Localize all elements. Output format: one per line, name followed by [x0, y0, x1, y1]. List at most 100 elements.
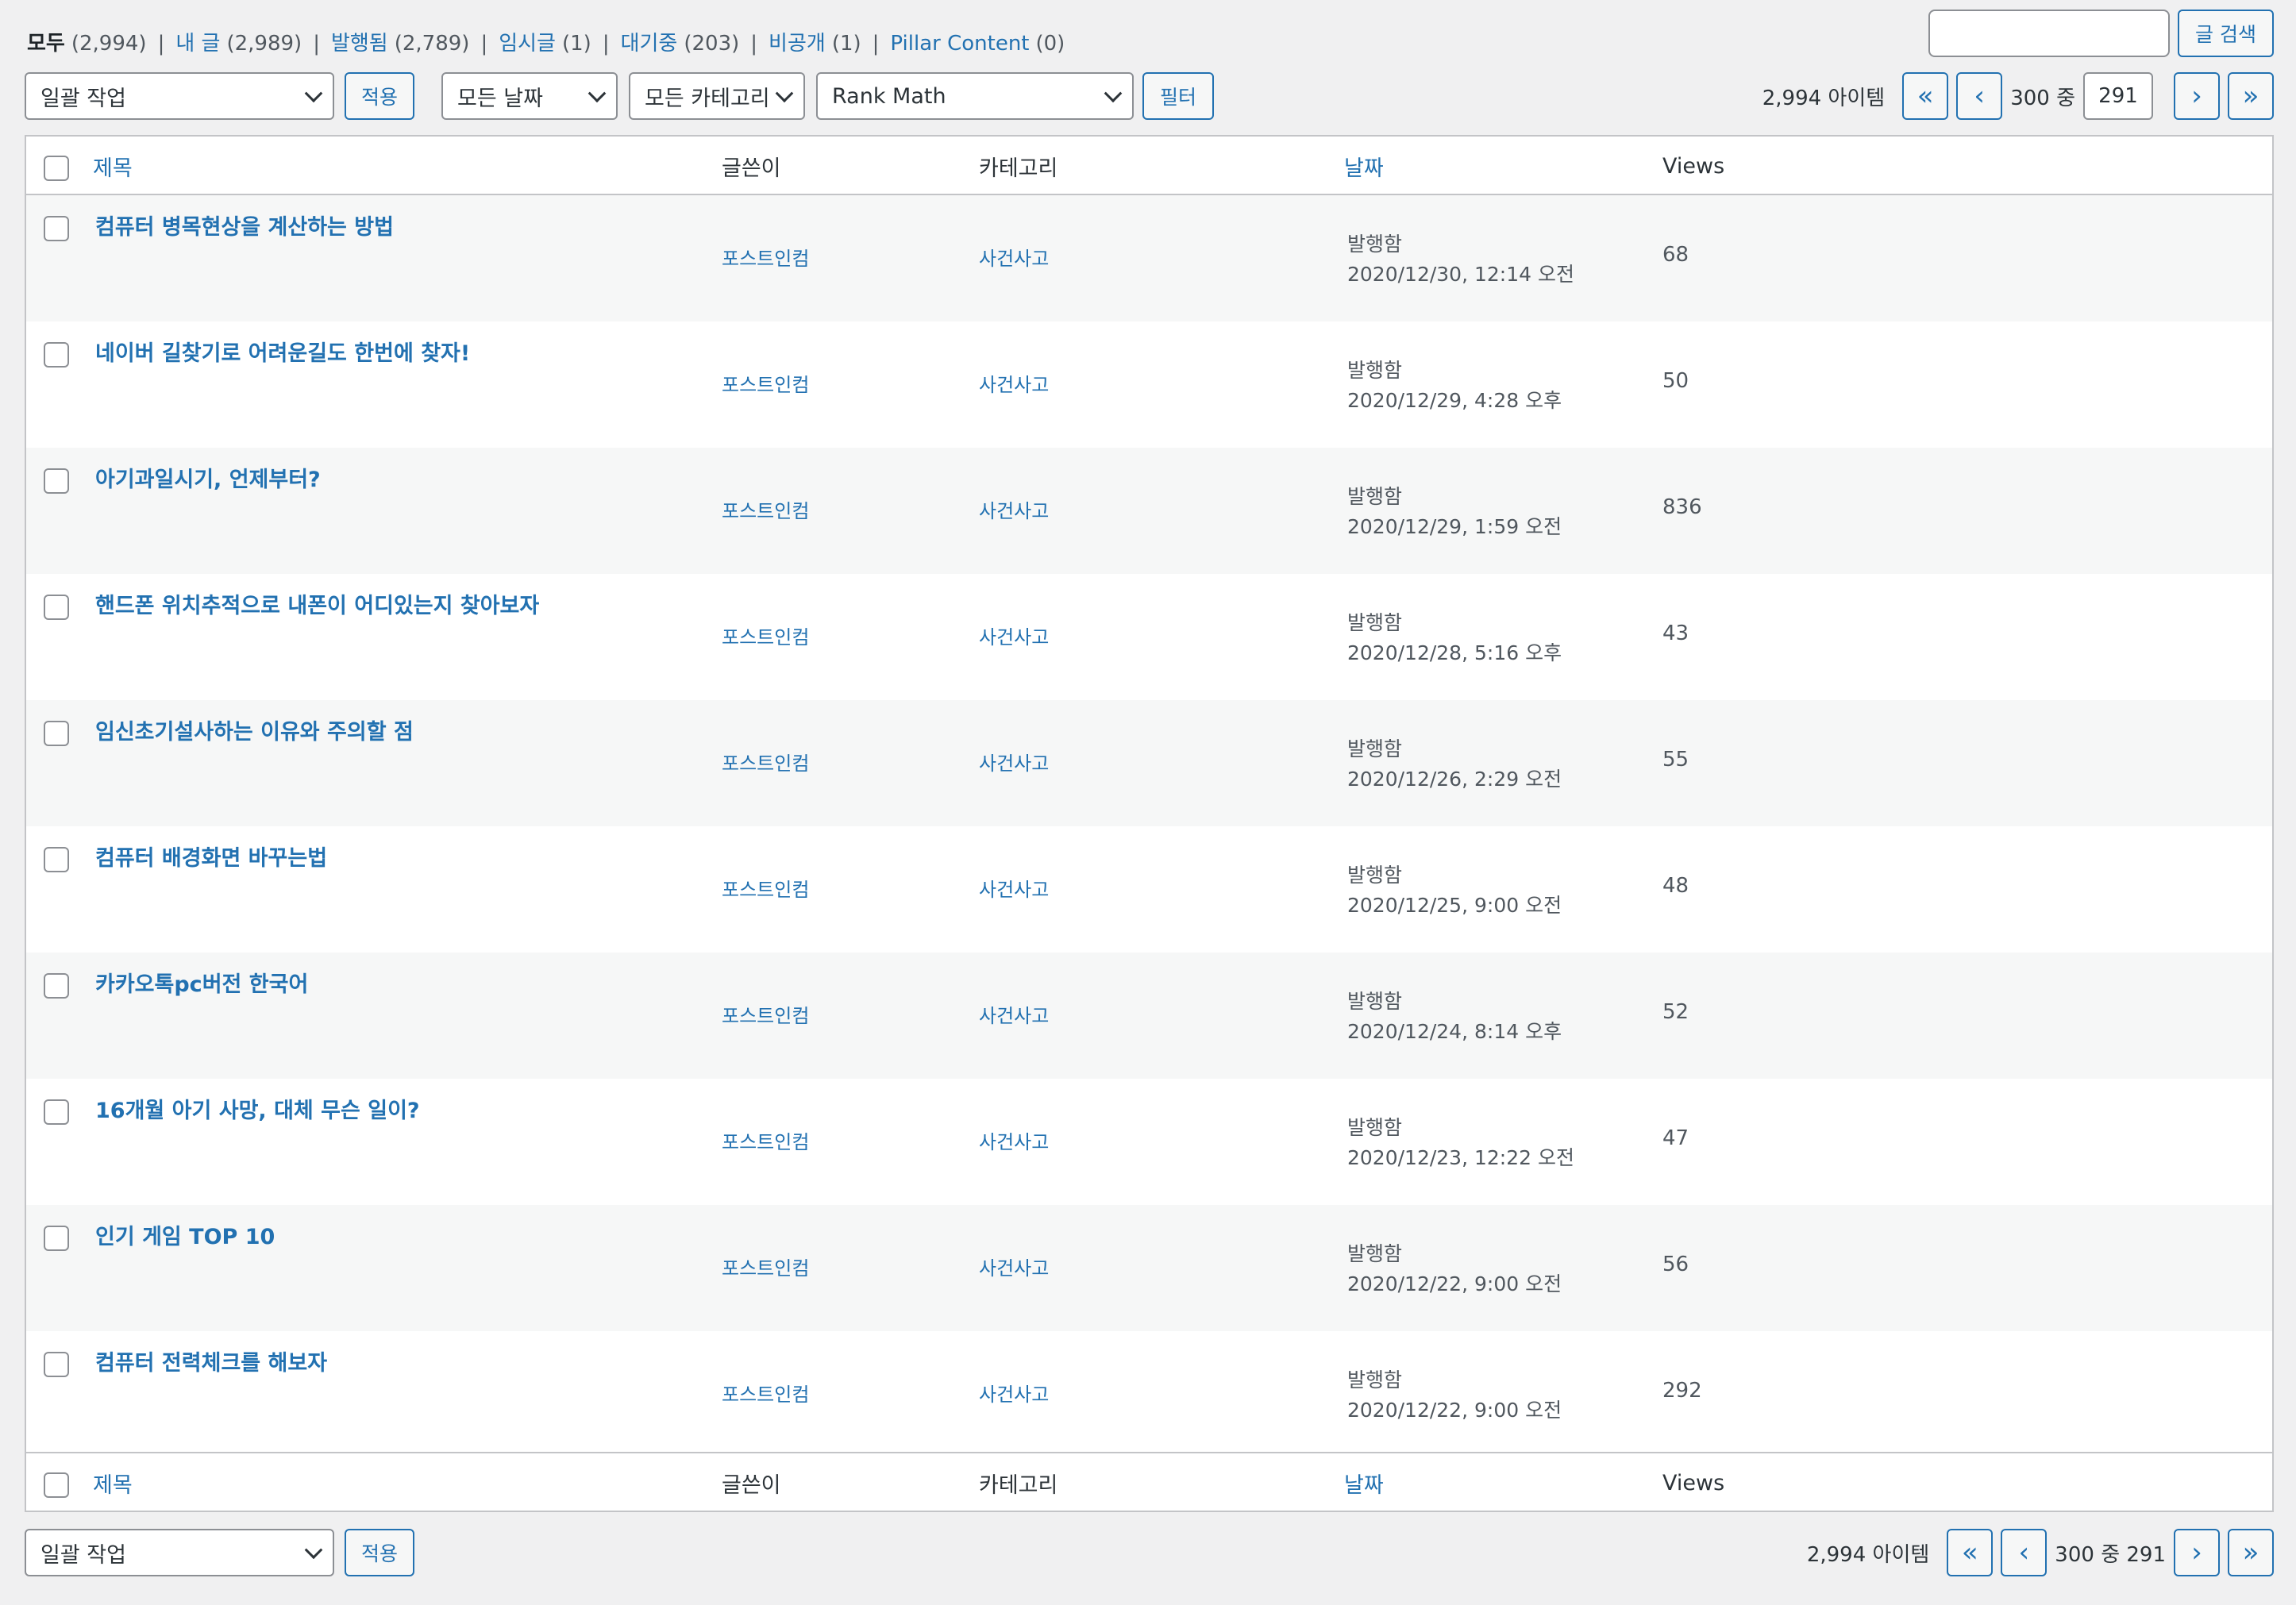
- post-status: 발행함: [1347, 485, 1403, 508]
- post-views: 43: [1662, 622, 1689, 645]
- current-page-input[interactable]: 291: [2083, 72, 2153, 120]
- column-title[interactable]: 제목: [93, 137, 133, 195]
- filter-draft[interactable]: 임시글 (1): [499, 29, 591, 59]
- filter-button[interactable]: 필터: [1142, 72, 1214, 120]
- post-title-link[interactable]: 카카오톡pc버전 한국어: [95, 967, 308, 998]
- post-status: 발행함: [1347, 990, 1403, 1013]
- post-category-link[interactable]: 사건사고: [979, 1000, 1049, 1028]
- date-filter-select[interactable]: 모든 날짜: [441, 72, 618, 120]
- chevron-down-icon: [587, 84, 607, 103]
- post-title-link[interactable]: 컴퓨터 병목현상을 계산하는 방법: [95, 210, 394, 241]
- post-status: 발행함: [1347, 1368, 1403, 1391]
- column-date[interactable]: 날짜: [1344, 1453, 1384, 1512]
- post-title-link[interactable]: 인기 게임 TOP 10: [95, 1219, 275, 1250]
- table-row: 네이버 길찾기로 어려운길도 한번에 찾자! 포스트인컴 사건사고 발행함 2020/1…: [26, 321, 2272, 448]
- table-row: 16개월 아기 사망, 대체 무슨 일이? 포스트인컴 사건사고 발행함 2020/12…: [26, 1079, 2272, 1205]
- column-categories: 카테고리: [979, 1472, 1058, 1498]
- chevron-down-icon: [304, 84, 323, 103]
- post-author-link[interactable]: 포스트인컴: [722, 1253, 809, 1280]
- post-author-link[interactable]: 포스트인컴: [722, 1126, 809, 1154]
- next-page-button[interactable]: ›: [2174, 1529, 2220, 1576]
- last-page-button[interactable]: »: [2228, 72, 2274, 120]
- filter-pillar-content[interactable]: Pillar Content (0): [890, 29, 1065, 59]
- row-checkbox[interactable]: [44, 1352, 69, 1377]
- last-page-button[interactable]: »: [2228, 1529, 2274, 1576]
- post-category-link[interactable]: 사건사고: [979, 369, 1049, 397]
- post-title-link[interactable]: 컴퓨터 배경화면 바꾸는법: [95, 841, 327, 872]
- table-row: 컴퓨터 병목현상을 계산하는 방법 포스트인컴 사건사고 발행함 2020/12/30,…: [26, 195, 2272, 321]
- apply-button[interactable]: 적용: [345, 72, 414, 120]
- chevron-down-icon: [775, 84, 794, 103]
- category-filter-select[interactable]: 모든 카테고리: [629, 72, 805, 120]
- post-category-link[interactable]: 사건사고: [979, 1126, 1049, 1154]
- first-page-button[interactable]: «: [1947, 1529, 1994, 1576]
- filter-private[interactable]: 비공개 (1): [769, 29, 861, 59]
- post-category-link[interactable]: 사건사고: [979, 874, 1049, 902]
- row-checkbox[interactable]: [44, 721, 69, 746]
- post-date: 2020/12/22, 9:00 오전: [1347, 1399, 1562, 1422]
- filter-mine[interactable]: 내 글 (2,989): [175, 29, 302, 59]
- table-row: 핸드폰 위치추적으로 내폰이 어디있는지 찾아보자 포스트인컴 사건사고 발행함 202…: [26, 574, 2272, 700]
- prev-page-button[interactable]: ‹: [2001, 1529, 2048, 1576]
- row-checkbox[interactable]: [44, 595, 69, 620]
- row-checkbox[interactable]: [44, 342, 69, 368]
- post-title-link[interactable]: 컴퓨터 전력체크를 해보자: [95, 1345, 327, 1376]
- first-page-button[interactable]: «: [1902, 72, 1949, 120]
- post-date: 2020/12/28, 5:16 오후: [1347, 641, 1562, 664]
- post-category-link[interactable]: 사건사고: [979, 243, 1049, 271]
- rank-math-filter-select[interactable]: Rank Math: [816, 72, 1134, 120]
- post-title-link[interactable]: 네이버 길찾기로 어려운길도 한번에 찾자!: [95, 336, 470, 367]
- post-author-link[interactable]: 포스트인컴: [722, 495, 809, 523]
- row-checkbox[interactable]: [44, 847, 69, 872]
- column-date[interactable]: 날짜: [1344, 137, 1384, 195]
- column-title[interactable]: 제목: [93, 1453, 133, 1512]
- posts-table: 제목 글쓴이 카테고리 날짜 Views 컴퓨터 병목현상을 계산하는 방법포스…: [25, 135, 2274, 1512]
- filter-pending[interactable]: 대기중 (203): [621, 29, 740, 59]
- post-author-link[interactable]: 포스트인컴: [722, 369, 809, 397]
- prev-page-button[interactable]: ‹: [1956, 72, 2003, 120]
- post-views: 48: [1662, 874, 1689, 898]
- search-input[interactable]: [1928, 10, 2171, 57]
- row-checkbox[interactable]: [44, 216, 69, 241]
- post-views: 50: [1662, 369, 1689, 393]
- post-category-link[interactable]: 사건사고: [979, 1253, 1049, 1280]
- apply-button-bottom[interactable]: 적용: [345, 1529, 414, 1576]
- row-checkbox[interactable]: [44, 973, 69, 999]
- post-category-link[interactable]: 사건사고: [979, 748, 1049, 776]
- bulk-action-select-bottom[interactable]: 일괄 작업: [25, 1529, 334, 1576]
- page-indicator: 300 중 291: [2055, 1542, 2166, 1567]
- row-checkbox[interactable]: [44, 1226, 69, 1251]
- post-status: 발행함: [1347, 864, 1403, 887]
- column-categories: 카테고리: [979, 156, 1058, 181]
- post-author-link[interactable]: 포스트인컴: [722, 1000, 809, 1028]
- filter-all[interactable]: 모두 (2,994): [27, 29, 147, 59]
- bulk-action-select[interactable]: 일괄 작업: [25, 72, 334, 120]
- post-title-link[interactable]: 임신초기설사하는 이유와 주의할 점: [95, 714, 414, 745]
- row-checkbox[interactable]: [44, 1099, 69, 1125]
- post-author-link[interactable]: 포스트인컴: [722, 243, 809, 271]
- row-checkbox[interactable]: [44, 468, 69, 494]
- table-footer: 제목 글쓴이 카테고리 날짜 Views: [26, 1452, 2272, 1511]
- post-category-link[interactable]: 사건사고: [979, 622, 1049, 649]
- post-category-link[interactable]: 사건사고: [979, 495, 1049, 523]
- select-all-checkbox[interactable]: [44, 1472, 69, 1498]
- next-page-button[interactable]: ›: [2174, 72, 2220, 120]
- filter-published[interactable]: 발행됨 (2,789): [331, 29, 470, 59]
- bottom-pagination: 2,994 아이템 « ‹ 300 중 291 › »: [1807, 1529, 2274, 1576]
- post-author-link[interactable]: 포스트인컴: [722, 622, 809, 649]
- post-author-link[interactable]: 포스트인컴: [722, 874, 809, 902]
- post-title-link[interactable]: 아기과일시기, 언제부터?: [95, 462, 321, 493]
- search-button[interactable]: 글 검색: [2178, 10, 2274, 57]
- post-title-link[interactable]: 16개월 아기 사망, 대체 무슨 일이?: [95, 1093, 420, 1124]
- post-date: 2020/12/29, 1:59 오전: [1347, 515, 1562, 538]
- table-header: 제목 글쓴이 카테고리 날짜 Views: [26, 137, 2272, 195]
- items-count: 2,994 아이템: [1762, 86, 1886, 110]
- table-row: 컴퓨터 전력체크를 해보자포스트인컴 사건사고 발행함 2020/12/22, 9:0…: [26, 1331, 2272, 1457]
- select-all-checkbox[interactable]: [44, 156, 69, 181]
- post-category-link[interactable]: 사건사고: [979, 1379, 1049, 1407]
- post-title-link[interactable]: 핸드폰 위치추적으로 내폰이 어디있는지 찾아보자: [95, 588, 539, 619]
- post-views: 68: [1662, 243, 1689, 267]
- post-author-link[interactable]: 포스트인컴: [722, 748, 809, 776]
- post-author-link[interactable]: 포스트인컴: [722, 1379, 809, 1407]
- post-views: 836: [1662, 495, 1702, 519]
